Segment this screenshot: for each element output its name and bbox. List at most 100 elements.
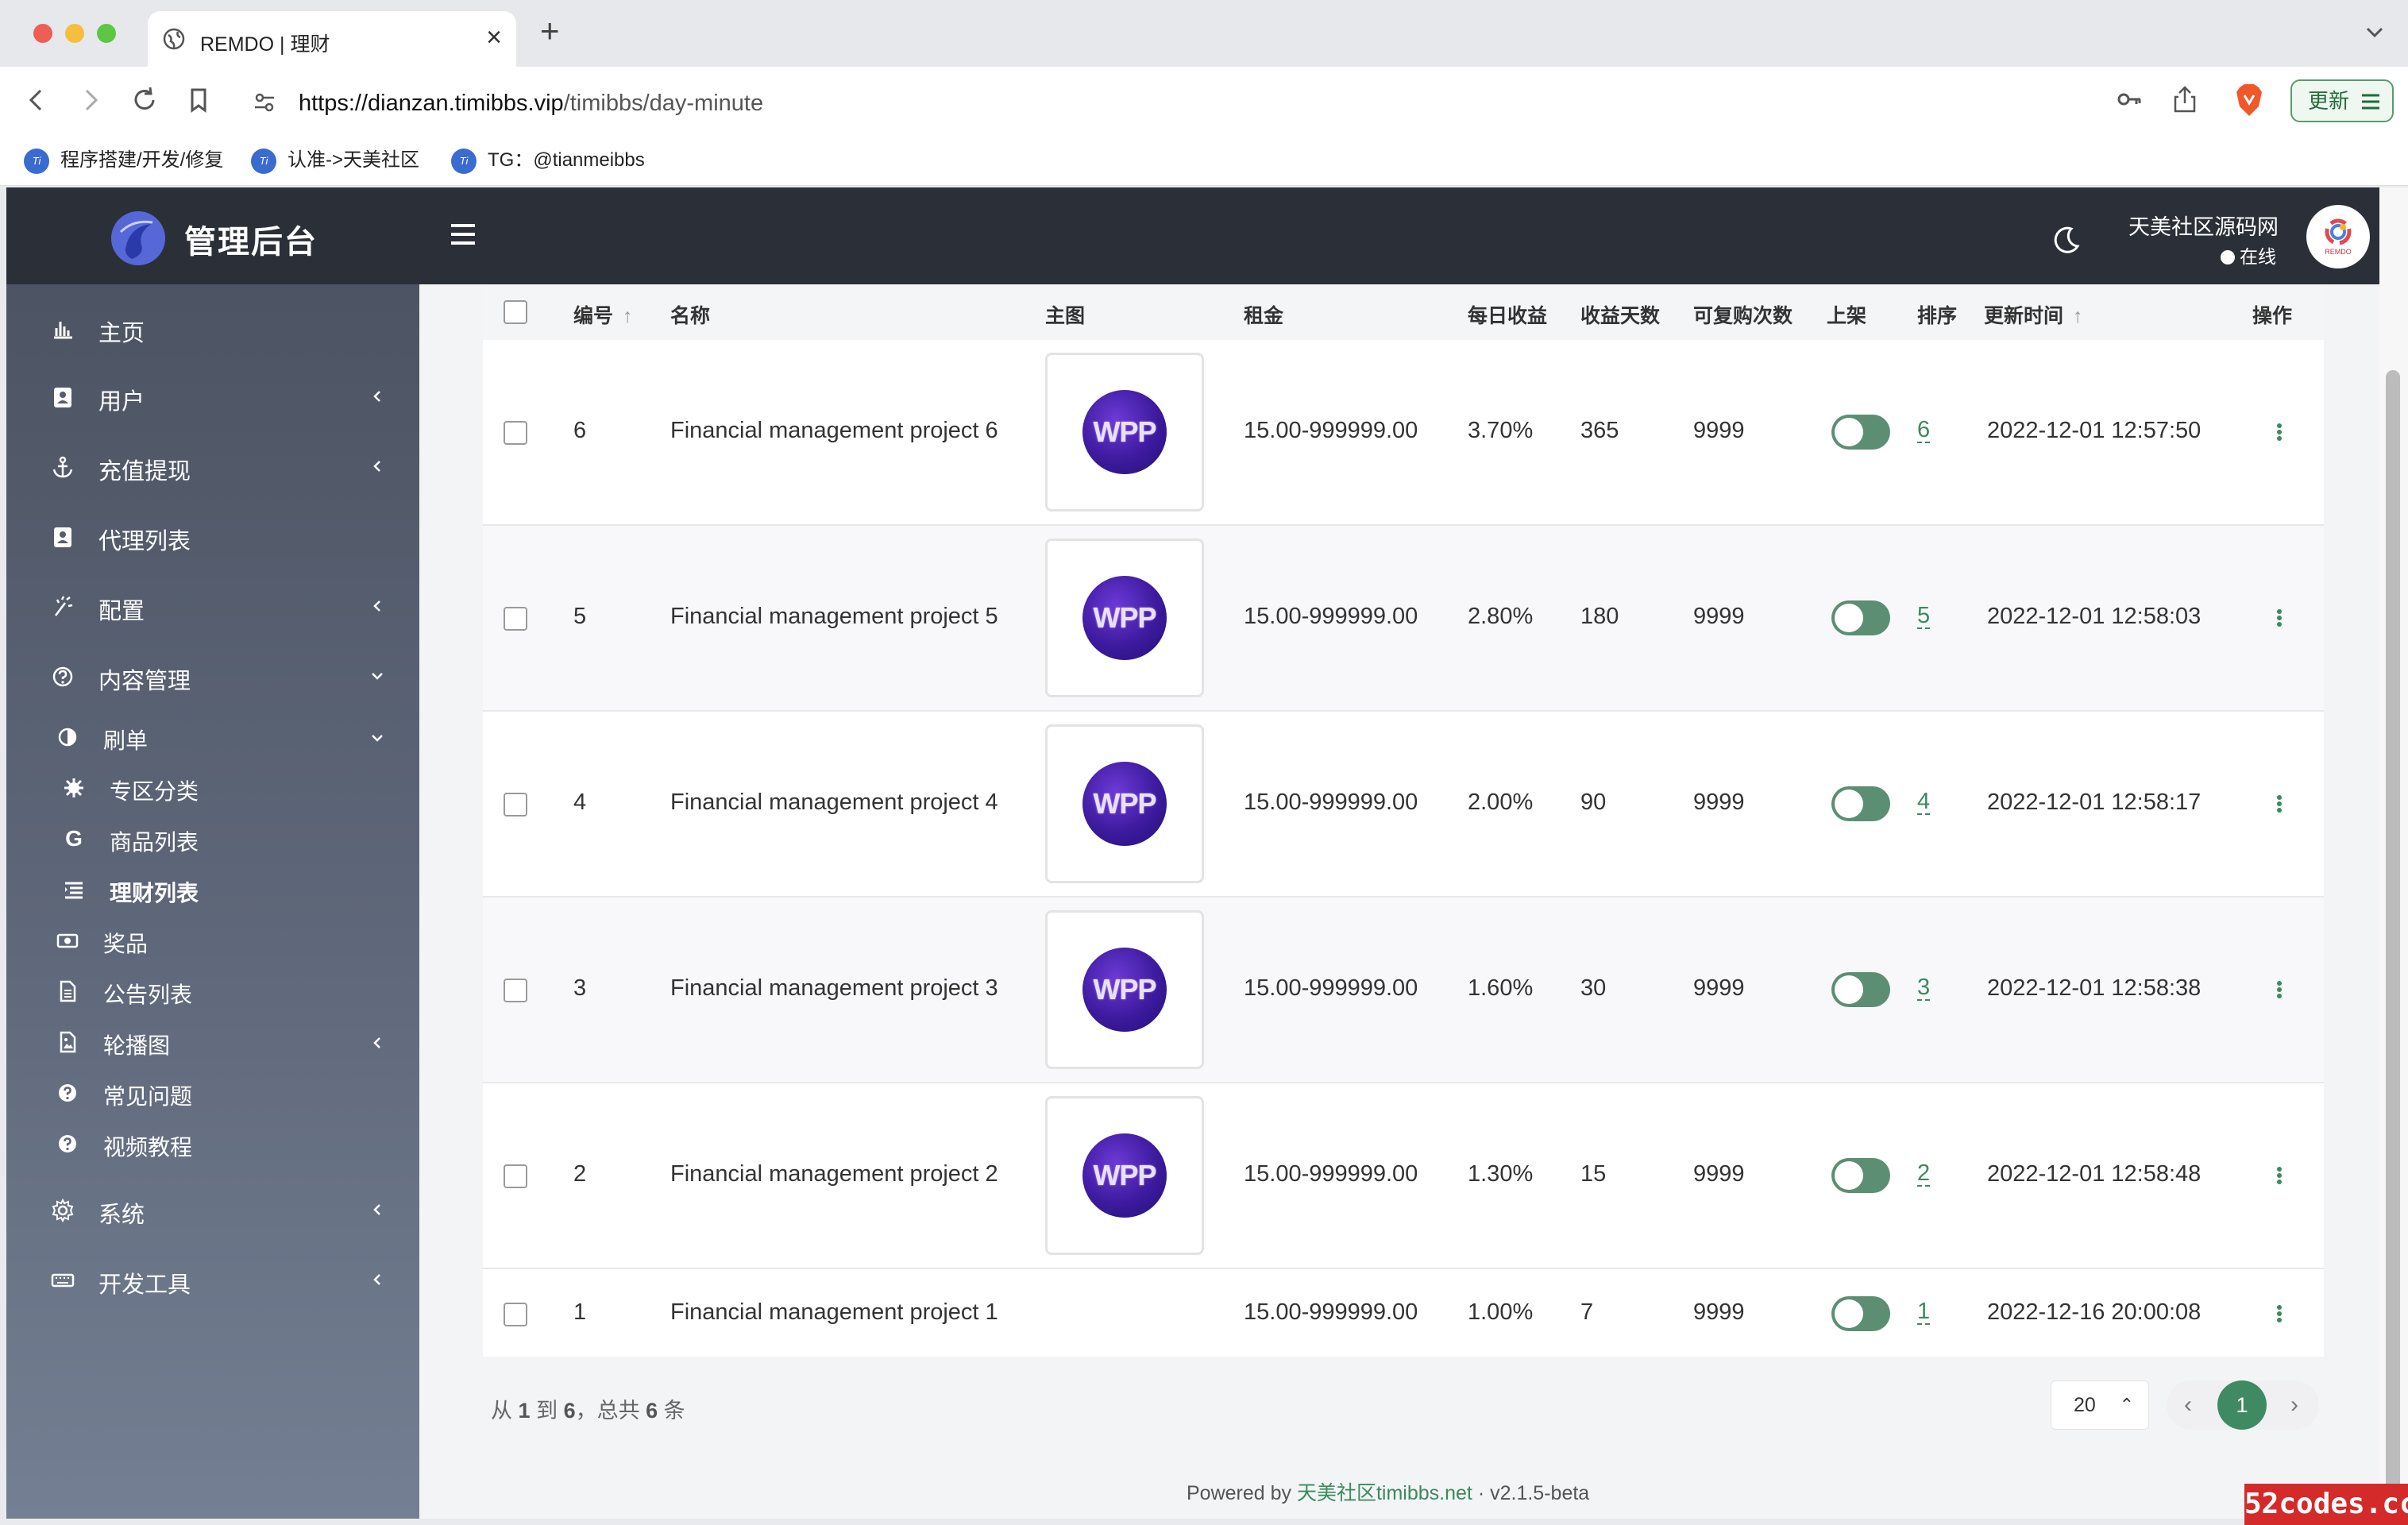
row-checkbox[interactable] [504,1164,527,1188]
cell-daily-income: 2.00% [1468,790,1534,815]
row-checkbox[interactable] [504,979,527,1002]
page-scrollbar[interactable] [2379,187,2408,1519]
toggle-knob [1835,604,1863,632]
window-zoom-button[interactable] [97,24,116,43]
row-checkbox[interactable] [504,421,527,445]
column-header-id[interactable]: 编号 ↑ [573,300,633,329]
brand[interactable]: 管理后台 [6,187,419,284]
sidebar-item-finance-list[interactable]: 理财列表 [6,864,419,915]
back-arrow-icon[interactable] [21,84,52,116]
pager: ‹ 1 › [2167,1380,2319,1430]
table-row: 3 Financial management project 3 WPP 15.… [483,898,2324,1083]
more-vertical-icon[interactable] [2276,794,2283,813]
window-minimize-button[interactable] [65,24,84,43]
sidebar-item-users[interactable]: 用户 [6,365,419,429]
prev-page-icon[interactable]: ‹ [2184,1392,2192,1419]
close-icon[interactable]: × [486,24,502,51]
row-checkbox[interactable] [504,793,527,817]
browser-tab[interactable]: REMDO | 理财 × [148,11,516,67]
sidebar-item-label: 商品列表 [110,830,199,855]
sidebar-item-faq[interactable]: 常见问题 [6,1068,419,1118]
cell-updated: 2022-12-01 12:58:03 [1987,604,2202,629]
sidebar-item-dev-tools[interactable]: 开发工具 [6,1249,419,1312]
page-size-select[interactable]: 20 ⌃ [2051,1380,2149,1430]
listed-toggle[interactable] [1831,600,1890,635]
sidebar-item-prizes[interactable]: 奖品 [6,915,419,966]
sidebar-item-zone-category[interactable]: 专区分类 [6,762,419,813]
sidebar-item-video-tutorial[interactable]: 视频教程 [6,1118,419,1169]
reload-icon[interactable] [129,84,160,116]
site-settings-icon[interactable] [253,91,276,114]
more-vertical-icon[interactable] [2276,423,2283,442]
column-header-updated[interactable]: 更新时间 ↑ [1984,300,2083,329]
key-icon[interactable] [2116,86,2143,113]
hamburger-menu-icon[interactable] [450,222,477,246]
footer-separator: · [1477,1482,1485,1504]
summary-from: 1 [518,1399,531,1423]
scrollbar-thumb[interactable] [2386,370,2400,1514]
sort-edit-link[interactable]: 3 [1917,975,1931,1001]
cell-thumbnail[interactable]: WPP [1045,353,1204,512]
dark-mode-moon-icon[interactable] [2051,224,2082,256]
footer-link[interactable]: 天美社区timibbs.net [1297,1482,1472,1504]
more-vertical-icon[interactable] [2276,608,2283,627]
sidebar-item-agents[interactable]: 代理列表 [6,505,419,569]
avatar[interactable]: REMDO [2306,205,2370,268]
listed-toggle[interactable] [1831,786,1890,821]
row-checkbox[interactable] [504,607,527,631]
cell-thumbnail[interactable]: WPP [1045,539,1204,697]
sort-edit-link[interactable]: 2 [1917,1161,1931,1187]
footer: Powered by 天美社区timibbs.net · v2.1.5-beta [1187,1477,1589,1506]
more-vertical-icon[interactable] [2276,980,2283,999]
brave-shield-icon[interactable] [2233,83,2265,118]
bookmark-icon[interactable] [183,84,214,116]
listed-toggle[interactable] [1831,1158,1890,1193]
sidebar-item-config[interactable]: 配置 [6,575,419,639]
browser-update-button[interactable]: 更新 [2290,79,2394,122]
page-button-current[interactable]: 1 [2217,1380,2267,1430]
listed-toggle[interactable] [1831,972,1890,1007]
more-vertical-icon[interactable] [2276,1166,2283,1185]
more-vertical-icon[interactable] [2276,1304,2283,1323]
row-checkbox[interactable] [504,1303,527,1326]
sidebar-item-content[interactable]: 内容管理 [6,645,419,708]
sidebar-item-recharge-withdraw[interactable]: 充值提现 [6,435,419,499]
address-bar[interactable]: https://dianzan.timibbs.vip/timibbs/day-… [235,78,2213,125]
cell-repurchase: 9999 [1693,790,1745,815]
cell-thumbnail[interactable]: WPP [1045,910,1204,1069]
cell-thumbnail[interactable]: WPP [1045,1096,1204,1255]
summary-total: 6 [646,1399,658,1423]
cell-rent: 15.00-999999.00 [1244,975,1418,1001]
cell-id: 4 [573,790,587,815]
sort-edit-link[interactable]: 1 [1917,1299,1931,1325]
bookmark-item[interactable]: Ti 程序搭建/开发/修复 [24,146,223,175]
sidebar-item-product-list[interactable]: G 商品列表 [6,813,419,864]
sidebar-item-label: 开发工具 [98,1272,191,1298]
sidebar-item-system[interactable]: 系统 [6,1179,419,1242]
user-name[interactable]: 天美社区源码网 [2128,210,2279,241]
sidebar-item-brush[interactable]: 刷单 [6,712,419,762]
listed-toggle[interactable] [1831,1296,1890,1331]
bookmark-item[interactable]: Ti 认准->天美社区 [251,146,419,175]
tab-title: REMDO | 理财 [200,33,330,56]
sort-edit-link[interactable]: 4 [1917,790,1931,815]
brand-title: 管理后台 [184,225,318,260]
new-tab-button[interactable]: + [540,14,560,48]
cell-thumbnail[interactable]: WPP [1045,724,1204,883]
list-icon [65,882,83,899]
window-close-button[interactable] [33,24,52,43]
listed-toggle[interactable] [1831,415,1890,450]
next-page-icon[interactable]: › [2290,1392,2298,1419]
user-card-icon [54,388,71,407]
sidebar-item-carousel[interactable]: 轮播图 [6,1017,419,1068]
chevron-down-icon[interactable] [2364,21,2386,43]
select-all-checkbox[interactable] [504,300,527,324]
bookmark-item[interactable]: Ti TG：@tianmeibbs [451,146,645,175]
sort-edit-link[interactable]: 6 [1917,418,1931,443]
sidebar-item-announcements[interactable]: 公告列表 [6,966,419,1017]
sort-edit-link[interactable]: 5 [1917,604,1931,629]
sidebar-item-home[interactable]: 主页 [6,297,419,361]
sidebar-item-label: 主页 [98,321,145,346]
forward-arrow-icon[interactable] [75,84,106,116]
share-icon[interactable] [2171,84,2198,114]
